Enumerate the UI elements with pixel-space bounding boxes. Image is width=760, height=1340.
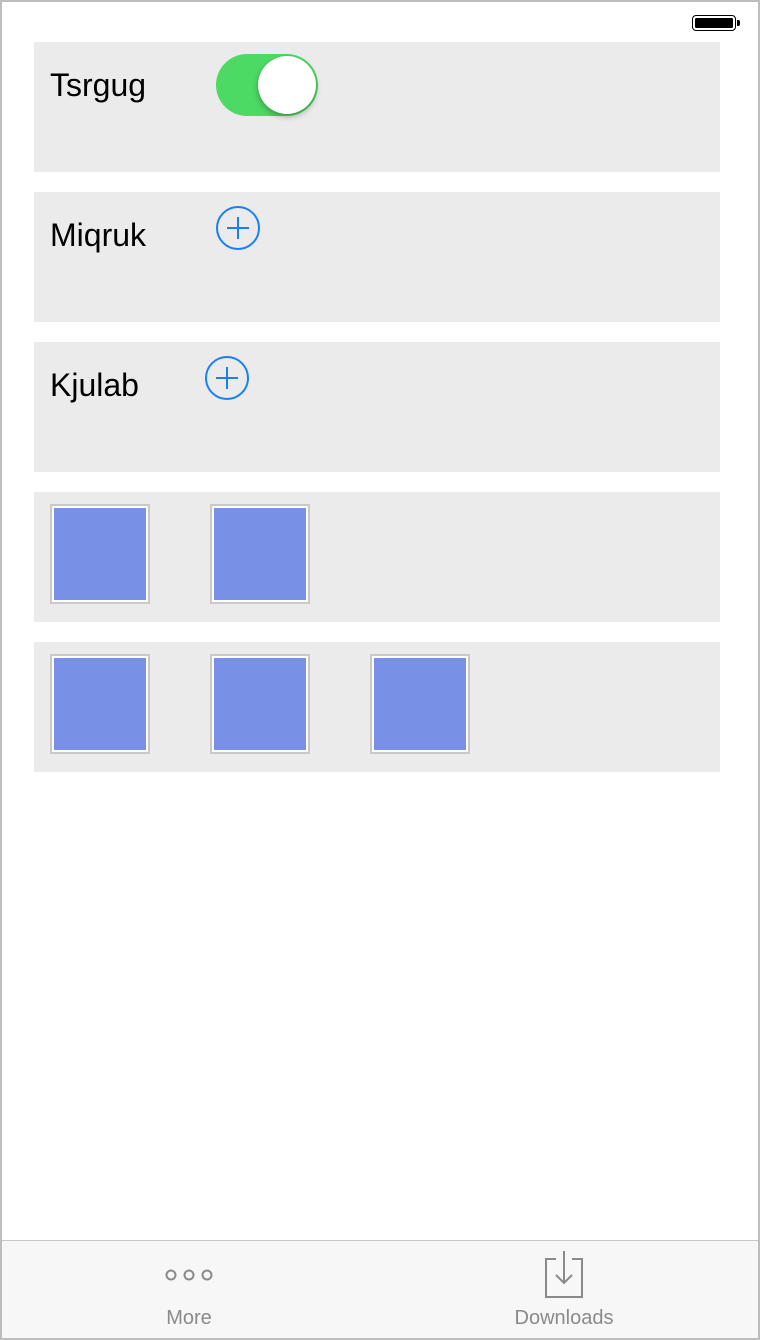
download-tray-icon: [545, 1251, 583, 1298]
image-thumbnail[interactable]: [210, 504, 310, 604]
tab-label: Downloads: [514, 1307, 614, 1329]
plus-circle-icon: [227, 217, 249, 239]
row-label: Tsrgug: [50, 67, 147, 103]
thumbnail-row-1: [34, 492, 720, 622]
tab-downloads[interactable]: Downloads: [464, 1241, 664, 1338]
settings-row-tsrgug: Tsrgug: [34, 42, 720, 172]
battery-tip: [737, 20, 740, 26]
image-thumbnail[interactable]: [50, 654, 150, 754]
settings-row-kjulab: Kjulab: [34, 342, 720, 472]
tab-label: More: [166, 1307, 212, 1329]
tab-more[interactable]: More: [89, 1241, 289, 1338]
thumbnail-row-2: [34, 642, 720, 772]
tab-bar: More Downloads: [2, 1240, 758, 1338]
battery-icon: [692, 15, 736, 31]
kjulab-add-button[interactable]: [205, 356, 249, 400]
tsrgug-toggle-switch[interactable]: [216, 54, 318, 116]
row-label: Kjulab: [50, 367, 139, 403]
image-thumbnail[interactable]: [210, 654, 310, 754]
image-thumbnail[interactable]: [50, 504, 150, 604]
app-screen: Tsrgug Miqruk Kjulab More Downloads: [0, 0, 760, 1340]
more-dots-icon: [165, 1269, 213, 1281]
image-thumbnail[interactable]: [370, 654, 470, 754]
plus-circle-icon: [216, 367, 238, 389]
switch-knob: [258, 56, 316, 114]
miqruk-add-button[interactable]: [216, 206, 260, 250]
row-label: Miqruk: [50, 217, 147, 253]
settings-row-miqruk: Miqruk: [34, 192, 720, 322]
